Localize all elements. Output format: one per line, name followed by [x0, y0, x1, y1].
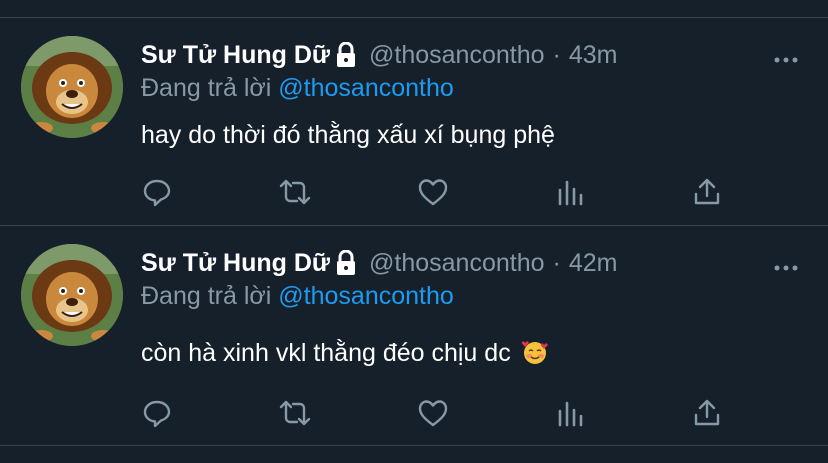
reply-prefix: Đang trả lời — [141, 74, 272, 102]
tweet[interactable]: Sư Tử Hung Dữ @thosancontho · 43m Đang t… — [0, 18, 828, 225]
share-icon[interactable] — [690, 175, 724, 209]
avatar[interactable] — [21, 36, 123, 138]
handle[interactable]: @thosancontho — [369, 41, 545, 70]
reply-context: Đang trả lời @thosancontho — [141, 282, 454, 311]
more-icon[interactable] — [774, 259, 798, 271]
like-icon[interactable] — [416, 175, 450, 209]
tweet-text: còn hà xinh vkl thằng đéo chịu dc — [141, 339, 548, 368]
divider — [0, 445, 828, 446]
more-icon[interactable] — [774, 51, 798, 63]
tweet-header: Sư Tử Hung Dữ @thosancontho · 43m — [141, 38, 618, 72]
avatar[interactable] — [21, 244, 123, 346]
reply-to-handle[interactable]: @thosancontho — [278, 74, 454, 102]
tweet-text: hay do thời đó thằng xấu xí bụng phệ — [141, 121, 555, 150]
tweet-text-content: còn hà xinh vkl thằng đéo chịu dc — [141, 339, 511, 367]
timestamp[interactable]: 42m — [569, 249, 618, 278]
handle[interactable]: @thosancontho — [369, 249, 545, 278]
display-name[interactable]: Sư Tử Hung Dữ — [141, 249, 330, 278]
share-icon[interactable] — [690, 396, 724, 430]
analytics-icon[interactable] — [553, 175, 587, 209]
display-name[interactable]: Sư Tử Hung Dữ — [141, 41, 330, 70]
like-icon[interactable] — [416, 396, 450, 430]
separator: · — [552, 248, 561, 277]
lion-avatar-image — [21, 36, 123, 138]
reply-prefix: Đang trả lời — [141, 282, 272, 310]
tweet[interactable]: Sư Tử Hung Dữ @thosancontho · 42m Đang t… — [0, 226, 828, 445]
lock-icon — [335, 41, 357, 68]
timestamp[interactable]: 43m — [569, 41, 618, 70]
reply-to-handle[interactable]: @thosancontho — [278, 282, 454, 310]
analytics-icon[interactable] — [553, 396, 587, 430]
retweet-icon[interactable] — [278, 175, 312, 209]
smiling-face-with-hearts-icon — [521, 339, 548, 365]
retweet-icon[interactable] — [278, 396, 312, 430]
reply-context: Đang trả lời @thosancontho — [141, 74, 454, 103]
tweet-feed: Sư Tử Hung Dữ @thosancontho · 43m Đang t… — [0, 0, 828, 463]
reply-icon[interactable] — [140, 396, 174, 430]
reply-icon[interactable] — [140, 175, 174, 209]
tweet-header: Sư Tử Hung Dữ @thosancontho · 42m — [141, 246, 618, 280]
tweet-text-content: hay do thời đó thằng xấu xí bụng phệ — [141, 121, 555, 149]
separator: · — [552, 40, 561, 69]
lock-icon — [335, 249, 357, 276]
lion-avatar-image — [21, 244, 123, 346]
